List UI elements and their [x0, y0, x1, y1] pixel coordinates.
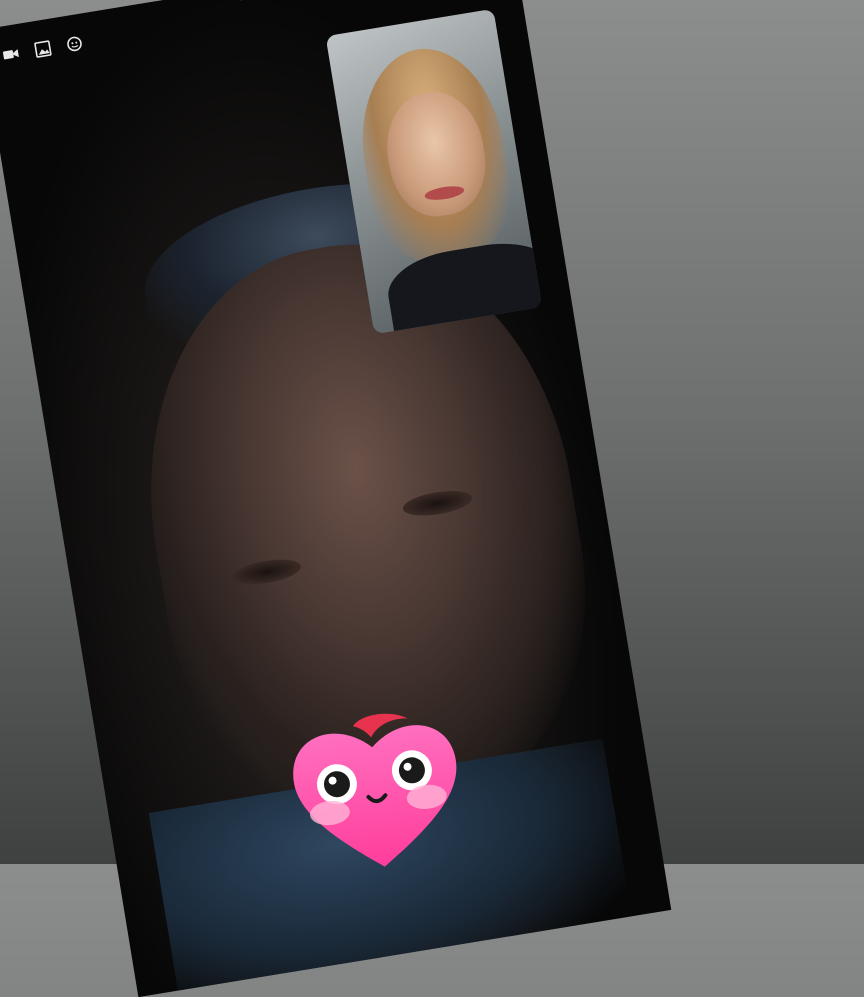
- remote-eye-right: [401, 487, 474, 520]
- wifi-icon: [231, 0, 252, 4]
- status-right-icons: 1 4G ↑↓ 1: [230, 0, 328, 5]
- sticker-icon: [64, 34, 85, 55]
- video-icon: [1, 44, 22, 65]
- image-icon: [33, 39, 54, 60]
- remote-eye-left: [230, 555, 303, 588]
- heart-face-sticker: [282, 703, 473, 880]
